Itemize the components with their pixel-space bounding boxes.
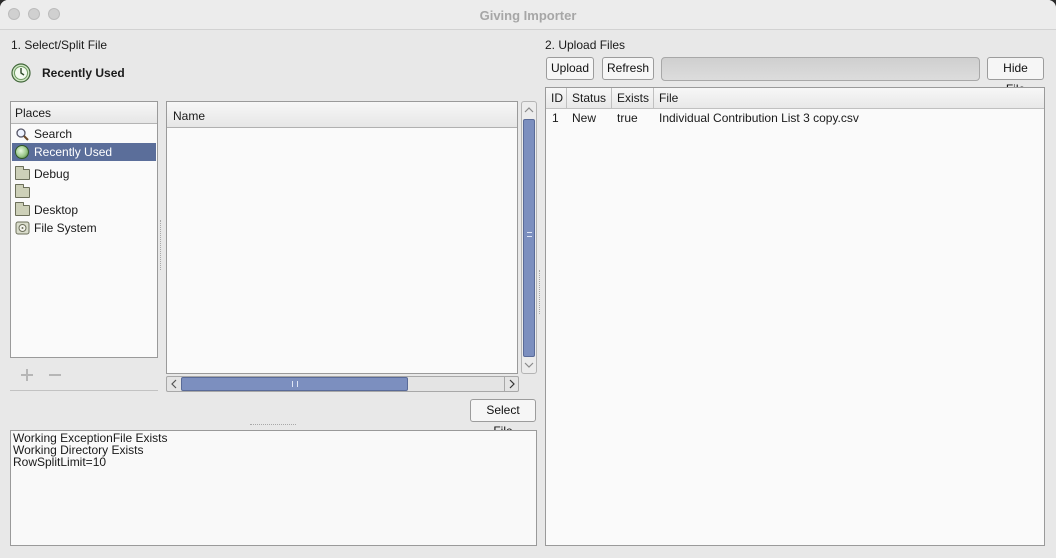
file-list-vertical-scrollbar[interactable] [521, 101, 537, 374]
places-sidebar: Places Search Recently Used Debug Desktop Fi… [10, 101, 158, 358]
cell-file: Individual Contribution List 3 copy.csv [659, 111, 859, 125]
recent-icon [11, 63, 31, 83]
place-label: Debug [34, 167, 70, 181]
place-label: Search [34, 127, 73, 141]
place-label: Desktop [34, 203, 79, 217]
column-header-file[interactable]: File [654, 88, 1044, 108]
recent-icon [15, 145, 30, 159]
place-label: File System [34, 221, 97, 235]
vertical-splitter[interactable] [250, 424, 296, 427]
status-log-line: RowSplitLimit=10 [13, 455, 107, 469]
place-item[interactable]: Recently Used [12, 143, 156, 161]
chevron-left-icon [171, 379, 177, 389]
recently-used-location-button[interactable] [11, 63, 33, 83]
grip-icon [527, 232, 532, 237]
upload-table[interactable]: ID Status Exists File 1 New true Individ… [545, 87, 1045, 546]
minus-icon [49, 374, 61, 376]
upload-progress-bar [661, 57, 980, 81]
select-file-button[interactable]: Select File [470, 399, 536, 438]
cell-id: 1 [552, 111, 559, 125]
column-header-id[interactable]: ID [546, 88, 567, 108]
places-header[interactable]: Places [11, 102, 157, 124]
drive-icon [15, 221, 30, 235]
upload-table-header: ID Status Exists File [546, 88, 1044, 109]
divider [10, 390, 158, 391]
column-label: File [659, 91, 679, 105]
cell-exists: true [617, 111, 638, 125]
column-header-exists[interactable]: Exists [612, 88, 654, 108]
column-header-status[interactable]: Status [567, 88, 612, 108]
upload-button[interactable]: Upload [546, 57, 594, 80]
scroll-right-button[interactable] [504, 377, 518, 391]
place-item[interactable] [12, 183, 156, 201]
chevron-down-icon [524, 362, 534, 368]
current-location-label: Recently Used [42, 66, 125, 80]
name-column-label: Name [173, 109, 206, 123]
title-bar: Giving Importer [0, 0, 1056, 30]
place-item[interactable]: Search [12, 125, 156, 143]
scroll-down-button[interactable] [522, 357, 536, 373]
folder-icon [15, 184, 30, 198]
select-split-heading: 1. Select/Split File [11, 38, 108, 52]
refresh-button[interactable]: Refresh [602, 57, 654, 80]
app-window: Giving Importer 1. Select/Split File Rec… [0, 0, 1056, 558]
place-item[interactable]: Debug [12, 165, 156, 183]
cell-status: New [572, 111, 597, 125]
chevron-up-icon [524, 107, 534, 113]
hide-file-button[interactable]: Hide File [987, 57, 1044, 96]
grip-icon [292, 381, 298, 387]
window-title: Giving Importer [479, 8, 577, 23]
main-splitter[interactable] [539, 270, 542, 314]
name-column-header[interactable]: Name [167, 102, 517, 128]
vertical-scroll-thumb[interactable] [523, 119, 535, 357]
place-item[interactable]: File System [12, 219, 156, 237]
chevron-right-icon [509, 379, 515, 389]
file-list[interactable]: Name [166, 101, 518, 374]
place-label: Recently Used [34, 145, 113, 159]
column-label: ID [551, 91, 563, 105]
plus-icon [21, 369, 33, 381]
pane-splitter[interactable] [160, 220, 163, 270]
file-list-horizontal-scrollbar[interactable] [166, 376, 519, 392]
scroll-up-button[interactable] [522, 102, 536, 118]
column-label: Status [572, 91, 607, 105]
search-icon [15, 127, 30, 141]
remove-place-button[interactable] [47, 367, 63, 383]
add-place-button[interactable] [19, 367, 35, 383]
status-log[interactable]: Working ExceptionFile Exists Working Dire… [10, 430, 537, 546]
upload-files-heading: 2. Upload Files [545, 38, 626, 52]
scroll-left-button[interactable] [167, 377, 181, 391]
table-row[interactable]: 1 New true Individual Contribution List … [546, 109, 1044, 128]
horizontal-scroll-thumb[interactable] [181, 377, 408, 391]
column-label: Exists [617, 91, 650, 105]
place-item[interactable]: Desktop [12, 201, 156, 219]
places-header-label: Places [15, 106, 52, 120]
folder-icon [15, 166, 30, 180]
folder-icon [15, 202, 30, 216]
